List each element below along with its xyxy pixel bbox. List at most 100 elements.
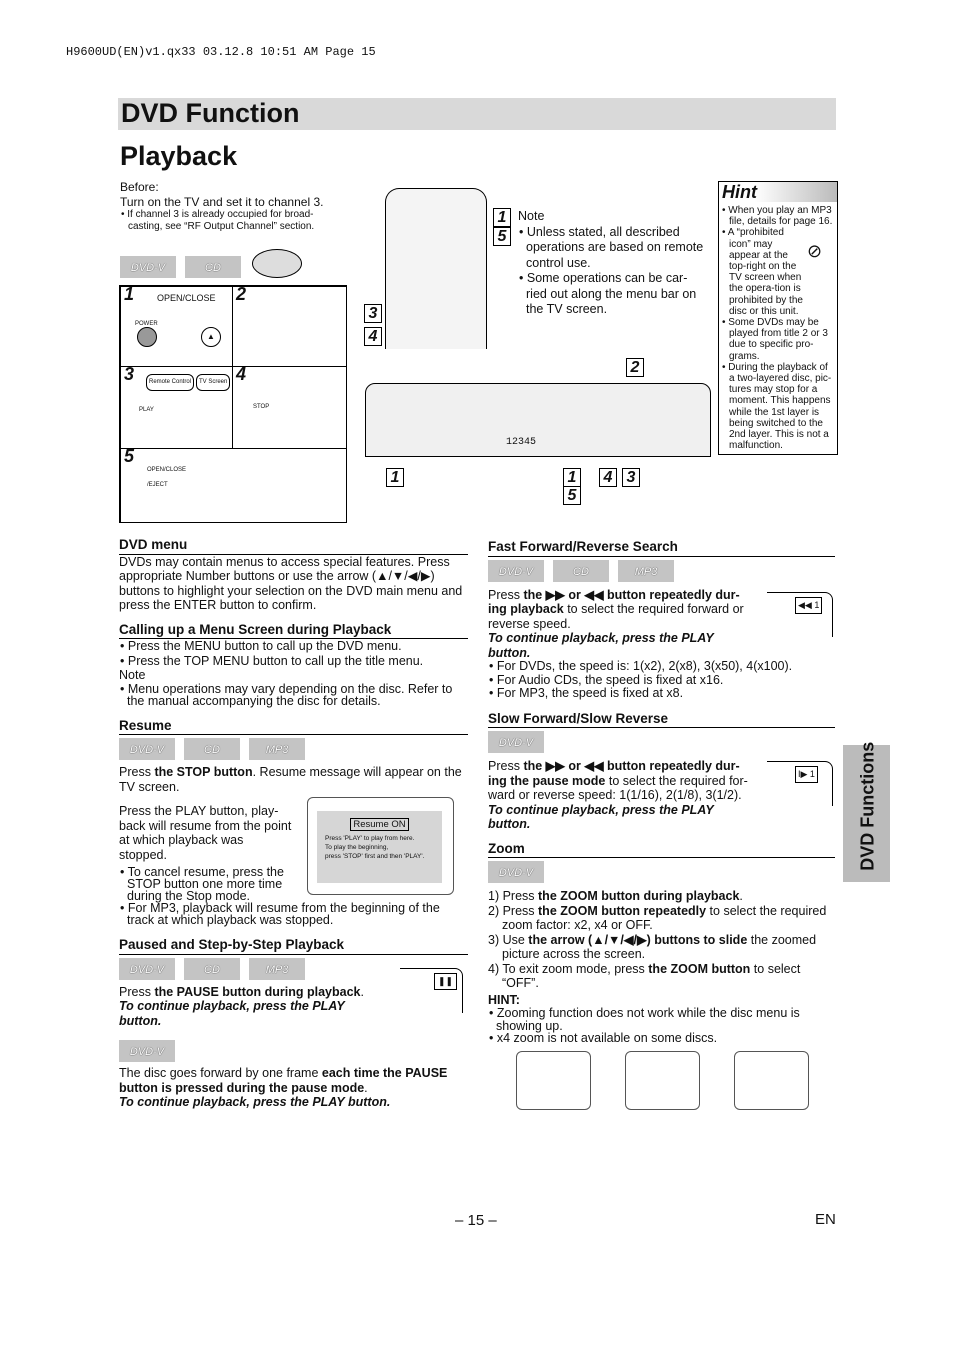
- display-readout: 12345: [506, 437, 537, 448]
- resume-text: Press the PLAY button, play-back will re…: [119, 804, 292, 862]
- paused-continue: To continue playback, press the PLAY but…: [119, 999, 345, 1028]
- text: 2) Press: [488, 903, 539, 918]
- zoom-heading: Zoom: [488, 841, 835, 858]
- text: .: [739, 889, 743, 903]
- text: 3) Use: [488, 932, 529, 947]
- text: the arrow (▲/▼/◀/▶) buttons to slide: [528, 932, 748, 947]
- slow-continue: To continue playback, press the PLAY but…: [488, 802, 714, 832]
- remote-control-illustration: [385, 188, 487, 349]
- page-title: DVD Function: [121, 98, 300, 128]
- zoom-x4-illustration: [734, 1051, 809, 1110]
- step-4-cell: 4 STOP: [232, 365, 347, 450]
- cd-badge: CD: [184, 957, 240, 980]
- callout-5: 5: [493, 227, 511, 246]
- text: the ZOOM button during playback: [538, 889, 740, 903]
- paused-continue-2: To continue playback, press the PLAY but…: [119, 1095, 391, 1109]
- slow-heading: Slow Forward/Slow Reverse: [488, 711, 835, 728]
- callout-1: 1: [386, 468, 404, 487]
- dvd-player-illustration: 12345: [365, 383, 711, 457]
- side-tab: DVD Functions: [843, 742, 890, 882]
- power-button-icon: [137, 327, 157, 347]
- ff-item: For DVDs, the speed is: 1(x2), 2(x8), 3(…: [496, 659, 835, 674]
- osd-line: Press 'PLAY' to play from here.: [325, 835, 415, 842]
- before-block: Before: Turn on the TV and set it to cha…: [120, 180, 335, 233]
- step-number: 3: [124, 364, 135, 384]
- slow-osd-screen: I▶ 1: [767, 761, 833, 806]
- text: Press: [488, 759, 524, 773]
- prohibited-icon: ⊘: [807, 241, 823, 261]
- dvd-menu-text: DVDs may contain menus to access special…: [119, 554, 463, 613]
- calling-item: Press the TOP MENU button to call up the…: [127, 654, 468, 669]
- hint-box: Hint When you play an MP3 file, details …: [718, 181, 838, 455]
- calling-item: Press the MENU button to call up the DVD…: [127, 639, 468, 654]
- text: the ZOOM button: [648, 961, 751, 976]
- resume-item: To cancel resume, press the STOP button …: [127, 866, 297, 903]
- dvd-badge: DVD-V: [488, 731, 544, 753]
- language-code: EN: [815, 1211, 836, 1228]
- note-item: Some operations can be car-ried out alon…: [526, 271, 708, 318]
- zoom-hint: Zooming function does not work while the…: [496, 1007, 835, 1032]
- before-bullet: If channel 3 is already occupied for bro…: [127, 209, 335, 233]
- zoom-x1-illustration: [516, 1051, 591, 1110]
- callout-2: 2: [626, 358, 644, 377]
- step-2-cell: 2: [232, 285, 347, 368]
- page-number: – 15 –: [455, 1212, 497, 1229]
- dvd-disc-icon: [252, 249, 302, 278]
- ff-osd-label: ◀◀ 1: [795, 597, 823, 614]
- step-1-cell: 1 OPEN/CLOSE POWER ▲: [120, 284, 234, 368]
- text: 4) To exit zoom mode, press: [488, 961, 649, 976]
- hint-title: Hint: [719, 182, 837, 202]
- mp3-badge: MP3: [249, 957, 305, 980]
- badges-top: DVD-V CD: [120, 256, 250, 278]
- tv-screen-label: TV Screen: [196, 374, 231, 391]
- callout-1: 1: [493, 208, 511, 227]
- steps-illustration: 1 OPEN/CLOSE POWER ▲ 2 3 Remote Control …: [119, 285, 347, 523]
- note-item: Unless stated, all described operations …: [526, 225, 708, 272]
- step-3-cell: 3 Remote Control TV Screen PLAY: [120, 364, 234, 450]
- ff-item: For Audio CDs, the speed is fixed at x16…: [496, 673, 835, 688]
- callout-4: 4: [364, 327, 382, 346]
- callout-5: 5: [563, 486, 581, 505]
- ff-osd-screen: ◀◀ 1: [767, 592, 833, 637]
- resume-osd: Resume ON Press 'PLAY' to play from here…: [317, 811, 442, 883]
- slow-osd-label: I▶ 1: [795, 766, 818, 783]
- dvd-badge: DVD-V: [488, 559, 544, 582]
- dvd-badge: DVD-V: [488, 861, 544, 883]
- hint-item: When you play an MP3 file, details for p…: [728, 205, 834, 227]
- dvd-badge: DVD-V: [119, 738, 175, 760]
- before-label: Before:: [120, 180, 159, 194]
- osd-line: press 'STOP' first and then 'PLAY'.: [325, 853, 425, 860]
- before-text: Turn on the TV and set it to channel 3.: [120, 194, 324, 209]
- remote-control-label: Remote Control: [146, 374, 195, 391]
- callout-4: 4: [599, 468, 617, 487]
- osd-line: To play the beginning,: [325, 844, 389, 851]
- note-block: Note Unless stated, all described operat…: [518, 209, 708, 318]
- resume-on-label: Resume ON: [350, 818, 409, 831]
- cd-badge: CD: [185, 256, 241, 278]
- pause-icon: ❚❚: [434, 973, 458, 990]
- text: the ZOOM button repeatedly: [538, 903, 707, 918]
- open-close-label: OPEN/CLOSE: [157, 293, 216, 303]
- text: .: [360, 984, 364, 999]
- text: The disc goes forward by one frame: [119, 1066, 322, 1080]
- callout-1: 1: [563, 468, 581, 487]
- callout-3: 3: [622, 468, 640, 487]
- step-number: 1: [124, 284, 135, 304]
- zoom-x2-illustration: [625, 1051, 700, 1110]
- dvd-badge: DVD-V: [120, 256, 176, 278]
- resume-tv-screen: Resume ON Press 'PLAY' to play from here…: [307, 797, 454, 895]
- print-header: H9600UD(EN)v1.qx33 03.12.8 10:51 AM Page…: [66, 45, 376, 59]
- ff-continue: To continue playback, press the PLAY but…: [488, 631, 714, 660]
- resume-heading: Resume: [119, 718, 468, 735]
- stop-label: STOP: [253, 404, 270, 410]
- manual-page: H9600UD(EN)v1.qx33 03.12.8 10:51 AM Page…: [0, 0, 954, 1351]
- zoom-hint-label: HINT:: [488, 992, 520, 1007]
- mp3-badge: MP3: [618, 559, 674, 582]
- step-5-cell: 5 OPEN/CLOSE /EJECT: [120, 446, 347, 523]
- text: the STOP button: [154, 765, 253, 779]
- step-number: 5: [124, 446, 135, 466]
- hint-item: During the playback of a two-layered dis…: [728, 362, 834, 452]
- section-title: Playback: [120, 141, 238, 171]
- cd-badge: CD: [553, 559, 609, 582]
- paused-heading: Paused and Step-by-Step Playback: [119, 937, 468, 955]
